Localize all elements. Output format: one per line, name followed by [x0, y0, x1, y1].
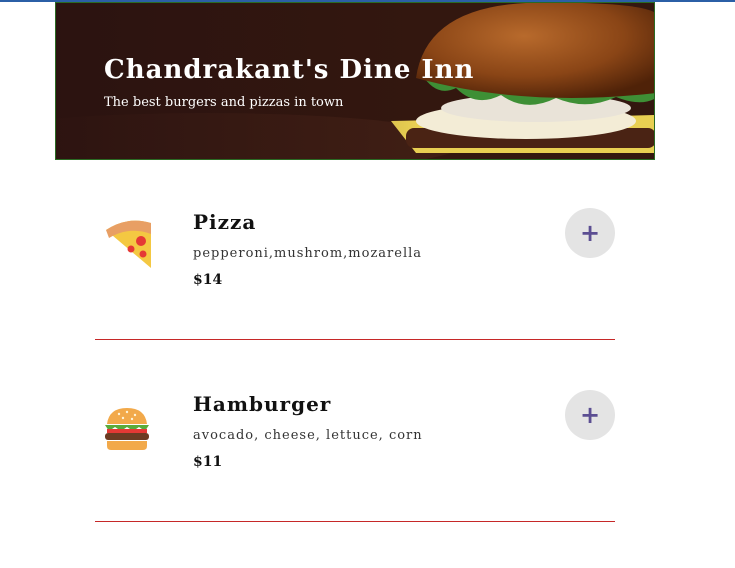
item-divider — [95, 521, 615, 522]
plus-icon: + — [579, 401, 601, 429]
restaurant-title: Chandrakant's Dine Inn — [104, 55, 475, 85]
add-hamburger-button[interactable]: + — [565, 390, 615, 440]
item-name: Pizza — [193, 210, 257, 234]
hero-banner: Chandrakant's Dine Inn The best burgers … — [55, 2, 655, 160]
menu-item-hamburger: Hamburger avocado, cheese, lettuce, corn… — [95, 340, 615, 522]
item-name: Hamburger — [193, 392, 332, 416]
add-pizza-button[interactable]: + — [565, 208, 615, 258]
item-description: avocado, cheese, lettuce, corn — [193, 428, 423, 443]
plus-icon: + — [579, 219, 601, 247]
restaurant-tagline: The best burgers and pizzas in town — [104, 95, 344, 110]
item-price: $11 — [193, 454, 223, 470]
item-price: $14 — [193, 272, 223, 288]
item-description: pepperoni,mushrom,mozarella — [193, 246, 423, 261]
hamburger-icon — [105, 408, 149, 450]
pizza-slice-icon — [106, 220, 151, 268]
menu-item-pizza: Pizza pepperoni,mushrom,mozarella $14 + — [95, 158, 615, 340]
